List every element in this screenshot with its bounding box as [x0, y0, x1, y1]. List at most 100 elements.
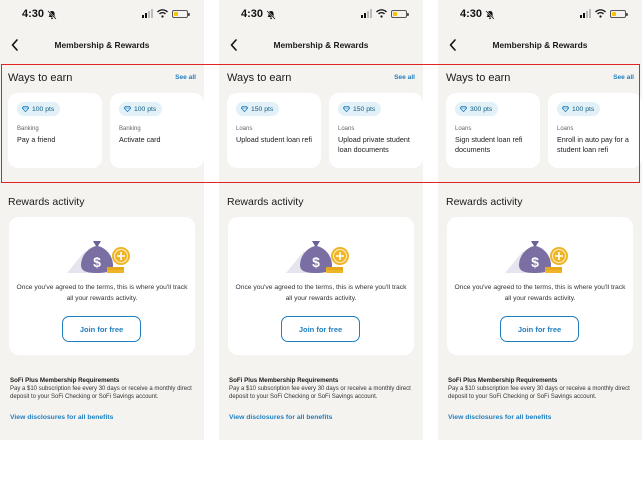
gem-icon [22, 106, 29, 112]
gem-icon [241, 106, 248, 112]
join-for-free-button[interactable]: Join for free [62, 316, 141, 342]
view-disclosures-link[interactable]: View disclosures for all benefits [10, 414, 113, 421]
money-bag-icon: $ [67, 241, 130, 273]
wifi-icon [157, 9, 168, 18]
earn-card[interactable]: 150 pts Loans Upload student loan refi [227, 93, 321, 168]
money-bag-icon: $ [286, 241, 349, 273]
points-value: 100 pts [572, 105, 595, 113]
earn-cards-carousel[interactable]: 150 pts Loans Upload student loan refi 1… [227, 93, 423, 168]
status-time: 4:30 [22, 8, 45, 20]
plus-requirements-title: SoFi Plus Membership Requirements [229, 377, 339, 384]
card-title: Upload private student loan documents [338, 135, 410, 154]
rewards-activity-title: Rewards activity [8, 196, 85, 208]
points-badge: 100 pts [119, 102, 163, 116]
points-badge: 150 pts [236, 102, 280, 116]
plus-requirements-description: Pay a $10 subscription fee every 30 days… [229, 386, 411, 401]
view-disclosures-link[interactable]: View disclosures for all benefits [448, 414, 551, 421]
join-for-free-button[interactable]: Join for free [500, 316, 579, 342]
phone-screen-2: 4:30 Membership & Rewards Ways to earn S… [219, 0, 423, 440]
page-title: Membership & Rewards [492, 40, 588, 50]
earn-cards-carousel[interactable]: 100 pts Banking Pay a friend 100 pts Ban… [8, 93, 204, 168]
ways-to-earn-title: Ways to earn [8, 72, 73, 84]
points-badge: 100 pts [557, 102, 601, 116]
plus-requirements-description: Pay a $10 subscription fee every 30 days… [10, 386, 192, 401]
wifi-icon [595, 9, 606, 18]
empty-state-message: Once you've agreed to the terms, this is… [454, 284, 626, 302]
status-time: 4:30 [460, 8, 483, 20]
status-bar: 4:30 [219, 8, 423, 24]
card-category: Loans [455, 126, 472, 132]
svg-text:$: $ [312, 254, 320, 270]
see-all-link[interactable]: See all [613, 74, 634, 81]
phone-screen-3: 4:30 Membership & Rewards Ways to earn S… [438, 0, 642, 440]
rewards-activity-title: Rewards activity [227, 196, 304, 208]
ways-to-earn-header: Ways to earn See all [446, 70, 634, 86]
rewards-activity-card: $ Once you've agreed to the terms, this … [9, 217, 195, 355]
status-bar: 4:30 [438, 8, 642, 24]
nav-bar: Membership & Rewards [438, 36, 642, 56]
empty-state-message: Once you've agreed to the terms, this is… [235, 284, 407, 302]
bell-off-icon [47, 10, 57, 20]
wifi-icon [376, 9, 387, 18]
svg-text:$: $ [93, 254, 101, 270]
phone-screen-1: 4:30 Membership & Rewards Ways to earn S… [0, 0, 204, 440]
points-badge: 100 pts [17, 102, 61, 116]
battery-icon [610, 9, 628, 18]
rewards-activity-card: $ Once you've agreed to the terms, this … [447, 217, 633, 355]
view-disclosures-link[interactable]: View disclosures for all benefits [229, 414, 332, 421]
money-bag-icon: $ [505, 241, 568, 273]
card-category: Loans [557, 126, 574, 132]
earn-card[interactable]: 300 pts Loans Sign student loan refi doc… [446, 93, 540, 168]
card-title: Sign student loan refi documents [455, 135, 523, 154]
plus-requirements-title: SoFi Plus Membership Requirements [448, 377, 558, 384]
svg-text:$: $ [531, 254, 539, 270]
card-category: Loans [236, 126, 253, 132]
nav-bar: Membership & Rewards [0, 36, 204, 56]
page-title: Membership & Rewards [273, 40, 369, 50]
points-value: 150 pts [251, 105, 274, 113]
points-value: 300 pts [470, 105, 493, 113]
plus-requirements-description: Pay a $10 subscription fee every 30 days… [448, 386, 630, 401]
nav-bar: Membership & Rewards [219, 36, 423, 56]
status-time: 4:30 [241, 8, 264, 20]
signal-icon [580, 9, 591, 18]
page-title: Membership & Rewards [54, 40, 150, 50]
status-bar: 4:30 [0, 8, 204, 24]
join-for-free-button[interactable]: Join for free [281, 316, 360, 342]
rewards-activity-title: Rewards activity [446, 196, 523, 208]
ways-to-earn-header: Ways to earn See all [227, 70, 415, 86]
earn-card[interactable]: 100 pts Banking Pay a friend [8, 93, 102, 168]
points-value: 150 pts [353, 105, 376, 113]
bell-off-icon [485, 10, 495, 20]
points-value: 100 pts [134, 105, 157, 113]
points-value: 100 pts [32, 105, 55, 113]
gem-icon [460, 106, 467, 112]
earn-card[interactable]: 100 pts Banking Activate card [110, 93, 204, 168]
card-title: Pay a friend [17, 135, 56, 144]
card-category: Loans [338, 126, 355, 132]
bell-off-icon [266, 10, 276, 20]
earn-cards-carousel[interactable]: 300 pts Loans Sign student loan refi doc… [446, 93, 642, 168]
see-all-link[interactable]: See all [394, 74, 415, 81]
gem-icon [343, 106, 350, 112]
gem-icon [124, 106, 131, 112]
card-title: Enroll in auto pay for a student loan re… [557, 135, 629, 154]
card-title: Activate card [119, 135, 161, 144]
empty-state-message: Once you've agreed to the terms, this is… [16, 284, 188, 302]
ways-to-earn-title: Ways to earn [227, 72, 292, 84]
signal-icon [361, 9, 372, 18]
card-title: Upload student loan refi [236, 135, 312, 144]
signal-icon [142, 9, 153, 18]
points-badge: 150 pts [338, 102, 382, 116]
plus-requirements-title: SoFi Plus Membership Requirements [10, 377, 120, 384]
battery-icon [172, 9, 190, 18]
rewards-activity-card: $ Once you've agreed to the terms, this … [228, 217, 414, 355]
earn-card[interactable]: 100 pts Loans Enroll in auto pay for a s… [548, 93, 642, 168]
battery-icon [391, 9, 409, 18]
points-badge: 300 pts [455, 102, 499, 116]
ways-to-earn-title: Ways to earn [446, 72, 511, 84]
card-category: Banking [17, 126, 39, 132]
ways-to-earn-header: Ways to earn See all [8, 70, 196, 86]
earn-card[interactable]: 150 pts Loans Upload private student loa… [329, 93, 423, 168]
see-all-link[interactable]: See all [175, 74, 196, 81]
